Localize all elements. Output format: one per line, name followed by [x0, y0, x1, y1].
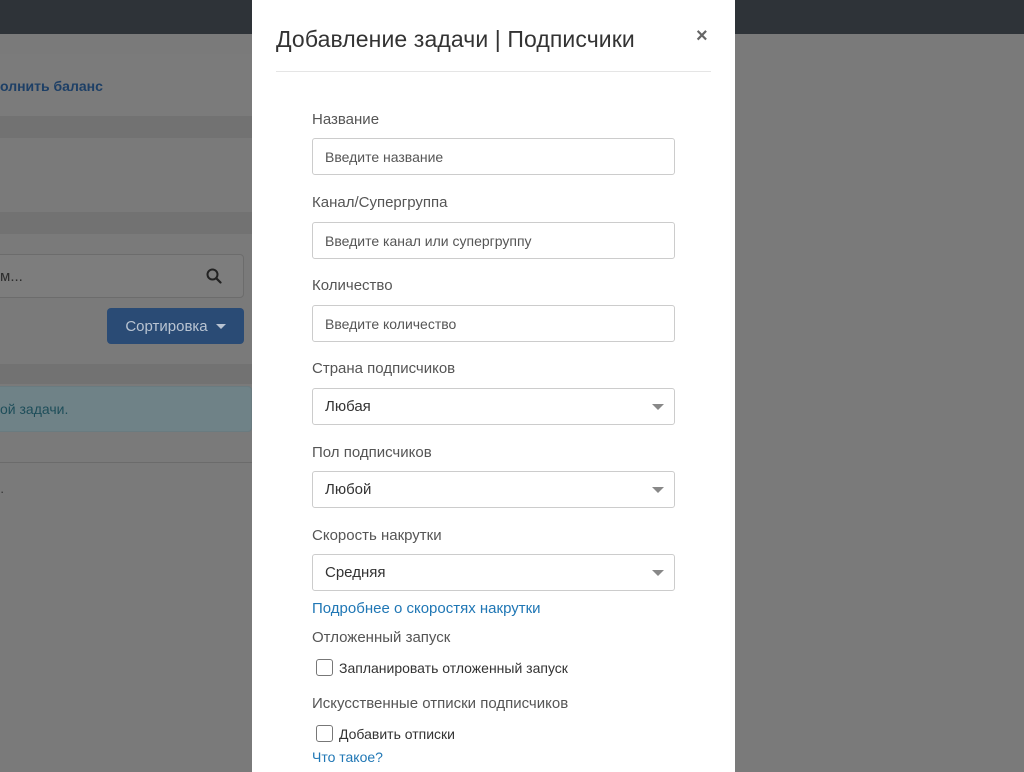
background-divider-band [0, 364, 252, 384]
chevron-down-icon [652, 404, 664, 410]
unsubscribes-checkbox-label[interactable]: Добавить отписки [339, 726, 455, 742]
speed-label: Скорость накрутки [312, 527, 442, 544]
background-alert-text: ой задачи. [0, 401, 69, 417]
background-divider-band [0, 116, 252, 138]
gender-label: Пол подписчиков [312, 444, 432, 461]
delayed-start-option[interactable]: Запланировать отложенный запуск [316, 659, 568, 676]
delayed-start-checkbox-label[interactable]: Запланировать отложенный запуск [339, 660, 568, 676]
unsubscribes-help-link[interactable]: Что такое? [312, 749, 383, 765]
country-select[interactable]: Любая [312, 388, 675, 425]
channel-label: Канал/Супергруппа [312, 194, 448, 211]
add-task-modal: Добавление задачи | Подписчики × Названи… [252, 0, 735, 772]
speed-help-link[interactable]: Подробнее о скоростях накрутки [312, 600, 541, 617]
name-input[interactable] [312, 138, 675, 175]
background-sort-button: Сортировка [107, 308, 244, 344]
search-icon [206, 268, 222, 284]
background-search-text: м... [0, 268, 23, 285]
country-select-value: Любая [325, 398, 371, 415]
sort-button-label: Сортировка [125, 317, 208, 335]
caret-down-icon [215, 323, 226, 329]
unsubscribes-checkbox[interactable] [316, 725, 333, 742]
speed-select[interactable]: Средняя [312, 554, 675, 591]
channel-input[interactable] [312, 222, 675, 259]
chevron-down-icon [652, 570, 664, 576]
close-icon[interactable]: × [696, 26, 708, 46]
country-label: Страна подписчиков [312, 360, 456, 377]
unsubscribes-option[interactable]: Добавить отписки [316, 725, 455, 742]
quantity-input[interactable] [312, 305, 675, 342]
unsubscribes-label: Искусственные отписки подписчиков [312, 695, 569, 712]
name-label: Название [312, 111, 380, 128]
modal-title: Добавление задачи | Подписчики [276, 26, 635, 52]
modal-header-divider [276, 71, 711, 72]
speed-select-value: Средняя [325, 564, 386, 581]
quantity-label: Количество [312, 277, 393, 294]
background-balance-link: олнить баланс [0, 78, 103, 94]
background-divider [0, 462, 252, 463]
chevron-down-icon [652, 487, 664, 493]
gender-select-value: Любой [325, 481, 372, 498]
background-bullet: · [0, 484, 5, 499]
delayed-start-label: Отложенный запуск [312, 629, 451, 646]
background-divider-band [0, 212, 252, 234]
delayed-start-checkbox[interactable] [316, 659, 333, 676]
gender-select[interactable]: Любой [312, 471, 675, 508]
